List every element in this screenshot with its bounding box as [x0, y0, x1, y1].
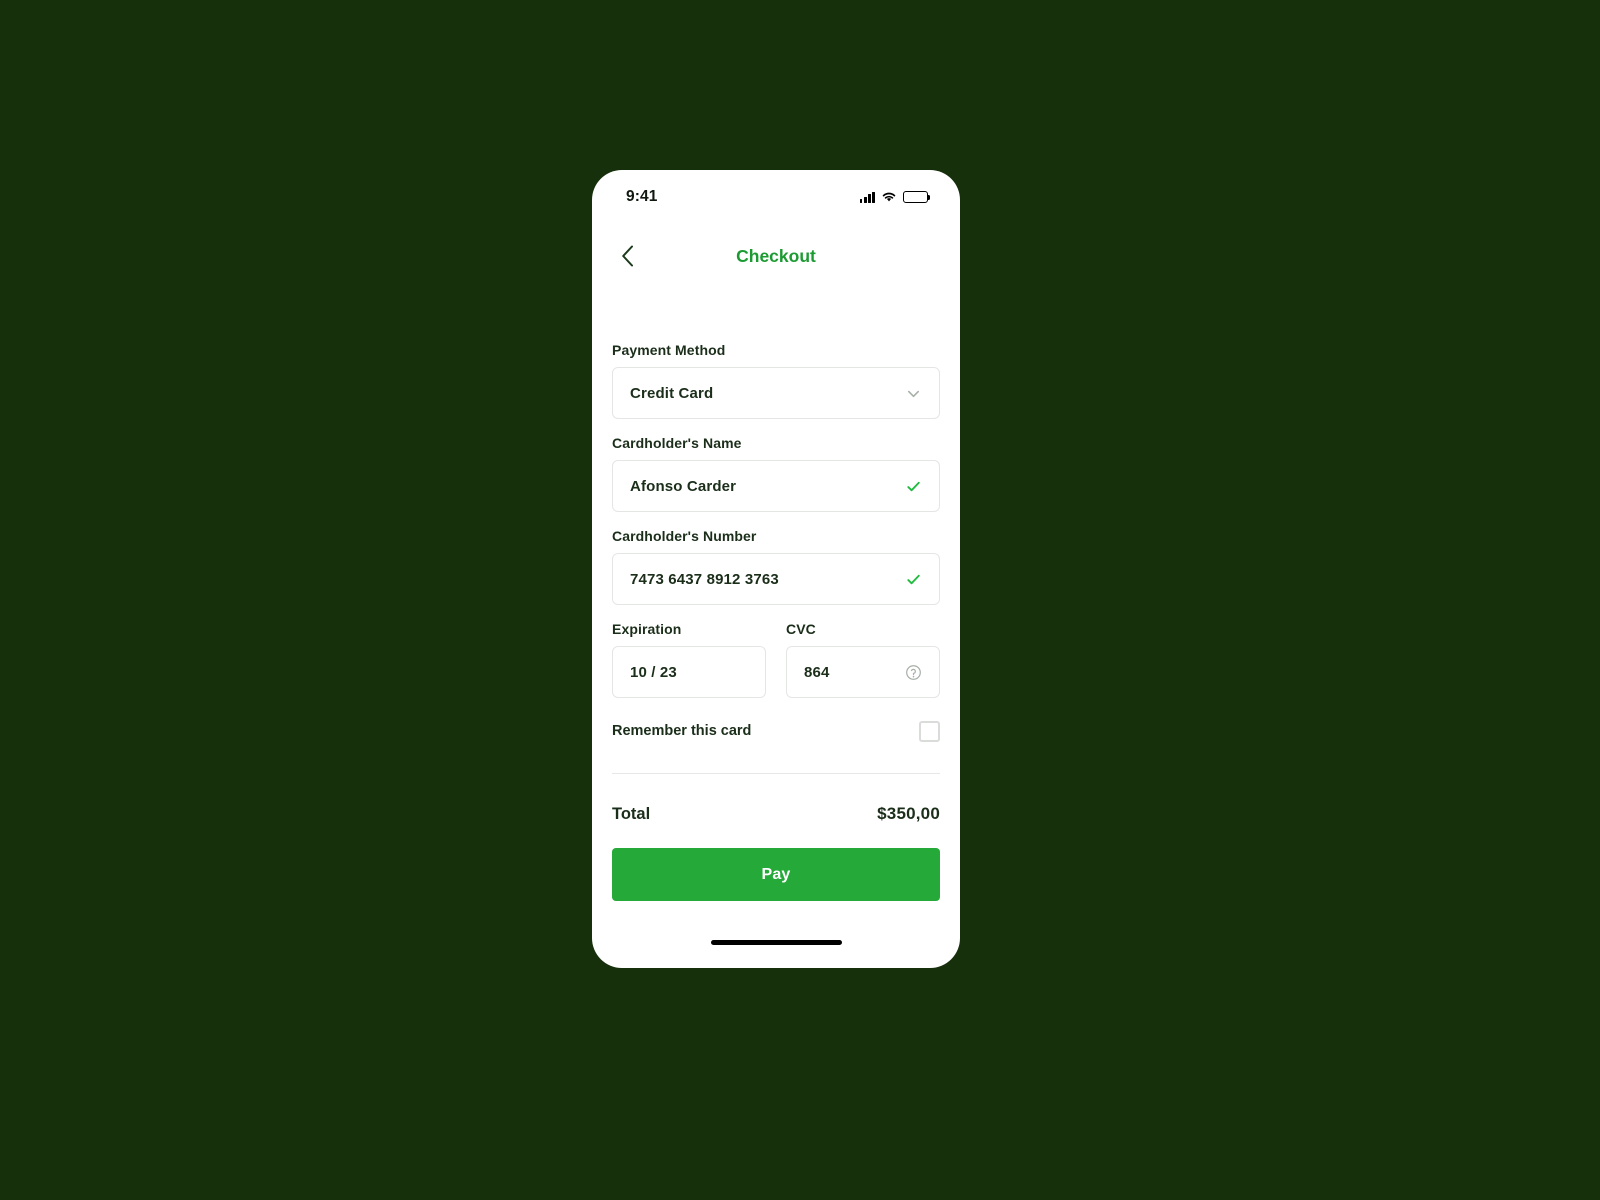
cvc-value: 864: [804, 663, 830, 681]
total-row: Total $350,00: [612, 804, 940, 824]
cardholder-name-input[interactable]: Afonso Carder: [612, 460, 940, 512]
field-payment-method: Payment Method Credit Card: [612, 342, 940, 419]
summary-divider: [612, 773, 940, 774]
page-title: Checkout: [736, 245, 816, 266]
phone-frame: 9:41 Checkout Payment Method Credit Card…: [592, 170, 960, 968]
wifi-icon: [881, 191, 897, 203]
status-bar-icons: [859, 191, 931, 203]
payment-method-value: Credit Card: [630, 384, 714, 402]
total-value: $350,00: [877, 804, 940, 823]
cardholder-number-label: Cardholder's Number: [612, 528, 757, 544]
cardholder-number-value: 7473 6437 8912 3763: [630, 570, 779, 588]
expiration-cvc-row: Expiration 10 / 23 CVC 864: [612, 621, 940, 698]
expiration-input[interactable]: 10 / 23: [612, 646, 766, 698]
expiration-label: Expiration: [612, 621, 682, 637]
field-cardholder-number: Cardholder's Number 7473 6437 8912 3763: [612, 528, 940, 605]
cardholder-number-input[interactable]: 7473 6437 8912 3763: [612, 553, 940, 605]
payment-method-label: Payment Method: [612, 342, 726, 358]
battery-icon: [903, 191, 931, 203]
cardholder-name-value: Afonso Carder: [630, 477, 737, 495]
field-cvc: CVC 864: [786, 621, 940, 698]
remember-card-checkbox[interactable]: [919, 720, 940, 742]
back-button[interactable]: [612, 241, 642, 271]
screen-background: 9:41 Checkout Payment Method Credit Card…: [0, 0, 1600, 1200]
pay-button-label: Pay: [761, 865, 791, 883]
payment-method-select[interactable]: Credit Card: [612, 367, 940, 419]
field-cardholder-name: Cardholder's Name Afonso Carder: [612, 435, 940, 512]
cardholder-name-label: Cardholder's Name: [612, 435, 742, 451]
app-header: Checkout: [592, 224, 960, 288]
cvc-label: CVC: [786, 621, 816, 637]
chevron-left-icon: [621, 245, 633, 267]
home-indicator-area: [592, 916, 960, 968]
field-expiration: Expiration 10 / 23: [612, 621, 766, 698]
signal-icon: [859, 191, 875, 203]
check-icon: [907, 574, 920, 584]
expiration-value: 10 / 23: [630, 663, 677, 681]
chevron-down-icon: [907, 390, 920, 397]
status-bar: 9:41: [592, 170, 960, 224]
total-label: Total: [612, 805, 651, 823]
checkout-form: Payment Method Credit Card Cardholder's …: [592, 288, 960, 916]
cvc-input[interactable]: 864: [786, 646, 940, 698]
home-indicator[interactable]: [710, 939, 842, 945]
remember-card-row[interactable]: Remember this card: [612, 714, 940, 748]
pay-button[interactable]: Pay: [612, 848, 940, 901]
remember-card-label: Remember this card: [612, 723, 752, 739]
help-circle-icon: [906, 664, 921, 680]
check-icon: [907, 481, 920, 491]
status-bar-time: 9:41: [626, 188, 658, 205]
